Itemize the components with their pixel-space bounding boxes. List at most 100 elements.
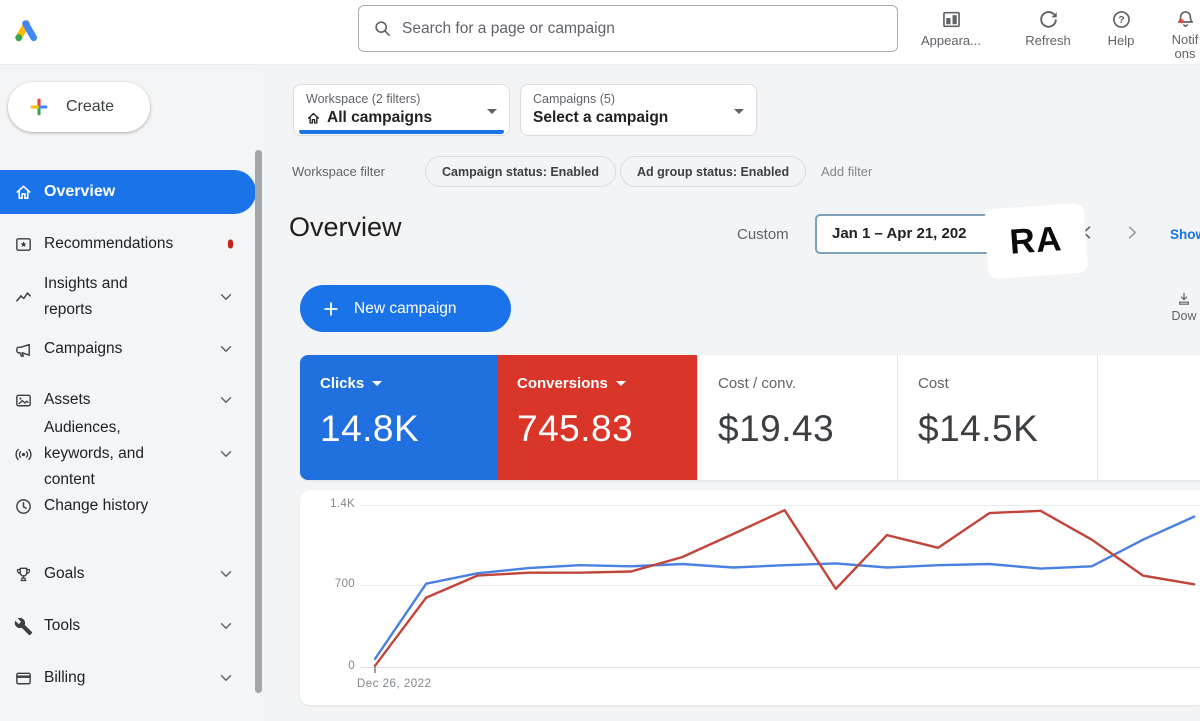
campaign-selector-label: Campaigns (5) (533, 92, 722, 106)
broadcast-icon (14, 445, 33, 464)
notifications-button[interactable]: Notif ons (1155, 9, 1200, 61)
scorecard-label: Clicks (320, 375, 364, 392)
workspace-selector[interactable]: Workspace (2 filters) All campaigns (293, 84, 510, 136)
create-label: Create (66, 98, 114, 116)
download-icon (1176, 291, 1192, 307)
appearance-icon (941, 9, 962, 30)
plus-icon (322, 300, 340, 318)
chevron-down-icon (218, 566, 234, 582)
scorecard-filler (1097, 355, 1200, 480)
download-button[interactable]: Dow (1164, 291, 1200, 323)
appearance-label: Appeara... (921, 33, 981, 48)
new-campaign-label: New campaign (354, 300, 457, 318)
dropdown-caret-icon (616, 381, 626, 386)
date-next-button[interactable] (1122, 223, 1141, 247)
google-ads-logo (10, 16, 42, 45)
sidebar-item-label: Recommendations (44, 231, 173, 257)
chevron-down-icon (218, 618, 234, 634)
sidebar-item-change-history[interactable]: Change history (0, 491, 256, 521)
ra-watermark: RA (984, 203, 1089, 280)
dropdown-caret-icon (372, 381, 382, 386)
help-icon: ? (1111, 9, 1132, 30)
sidebar-nav: Create Overview Recommendations Insights… (0, 65, 258, 721)
bell-icon (1175, 9, 1196, 30)
sidebar-item-insights[interactable]: Insights and reports (0, 270, 256, 324)
svg-text:?: ? (1118, 14, 1124, 26)
conversions-line-series (375, 510, 1194, 666)
filter-chip-campaign-status[interactable]: Campaign status: Enabled (425, 156, 616, 187)
sidebar-item-overview[interactable]: Overview (0, 170, 256, 214)
notification-dot (1179, 19, 1183, 23)
scorecard-value: 745.83 (517, 408, 697, 450)
date-mode-label: Custom (737, 226, 789, 243)
sidebar-item-recommendations[interactable]: Recommendations (0, 229, 256, 259)
help-button[interactable]: ? Help (1098, 9, 1144, 48)
overview-chart-svg (300, 490, 1200, 705)
download-label: Dow (1171, 309, 1196, 323)
sidebar-item-label: Billing (44, 665, 85, 691)
overview-chart-card: 1.4K 700 0 Dec 26, 2022 (300, 490, 1200, 705)
campaign-selector[interactable]: Campaigns (5) Select a campaign (520, 84, 757, 136)
chevron-down-icon (218, 392, 234, 408)
scorecard-value: $19.43 (718, 408, 897, 450)
sidebar-item-label: Insights and reports (44, 271, 156, 323)
scorecard-value: 14.8K (320, 408, 497, 450)
recommendations-icon (14, 235, 33, 254)
scorecard-cost-per-conv[interactable]: Cost / conv. $19.43 (697, 355, 897, 480)
sidebar-item-label: Change history (44, 493, 148, 519)
scorecard-conversions[interactable]: Conversions 745.83 (497, 355, 697, 480)
sidebar-item-label: Goals (44, 561, 85, 587)
sidebar-item-assets[interactable]: Assets (0, 385, 256, 415)
refresh-label: Refresh (1025, 33, 1071, 48)
workspace-filter-label: Workspace filter (292, 164, 385, 179)
notifications-label: Notif (1172, 33, 1199, 47)
chevron-down-icon (218, 670, 234, 686)
appearance-button[interactable]: Appeara... (915, 9, 987, 48)
sidebar-item-billing[interactable]: Billing (0, 663, 256, 693)
sidebar-item-campaigns[interactable]: Campaigns (0, 334, 256, 364)
sidebar-item-tools[interactable]: Tools (0, 611, 256, 641)
chevron-down-icon (218, 446, 234, 462)
trophy-icon (14, 565, 33, 584)
sidebar-item-goals[interactable]: Goals (0, 559, 256, 589)
show-link[interactable]: Show (1170, 227, 1200, 242)
top-app-bar: Appeara... Refresh ? Help Notif ons (0, 0, 1200, 65)
new-campaign-button[interactable]: New campaign (300, 285, 511, 332)
scorecard-label: Cost (918, 375, 949, 392)
sidebar-item-label: Campaigns (44, 336, 122, 362)
sidebar-item-label: Assets (44, 387, 91, 413)
home-icon (306, 111, 321, 126)
scorecard-row: Clicks 14.8K Conversions 745.83 Cost / c… (300, 355, 1200, 480)
sidebar-item-label: Audiences, keywords, and content (44, 415, 156, 493)
refresh-button[interactable]: Refresh (1014, 9, 1082, 48)
home-icon (14, 183, 33, 202)
scorecard-label: Cost / conv. (718, 375, 796, 392)
chevron-down-icon (218, 341, 234, 357)
scorecard-cost[interactable]: Cost $14.5K (897, 355, 1097, 480)
page-title: Overview (289, 212, 402, 243)
sidebar-item-label: Overview (44, 179, 115, 205)
global-search (358, 5, 898, 52)
megaphone-icon (14, 340, 33, 359)
search-icon (373, 19, 392, 38)
refresh-icon (1038, 9, 1059, 30)
dropdown-caret-icon (487, 109, 497, 114)
workspace-selector-label: Workspace (2 filters) (306, 92, 475, 106)
sidebar-item-audiences[interactable]: Audiences, keywords, and content (0, 413, 256, 495)
sidebar-scrollbar[interactable] (255, 150, 262, 693)
filter-chip-adgroup-status[interactable]: Ad group status: Enabled (620, 156, 806, 187)
clock-icon (14, 497, 33, 516)
add-filter-button[interactable]: Add filter (821, 164, 872, 179)
chevron-down-icon (218, 289, 234, 305)
billing-icon (14, 669, 33, 688)
workspace-selector-value: All campaigns (327, 109, 432, 127)
clicks-line-series (375, 517, 1194, 659)
chevron-right-icon (1122, 223, 1141, 242)
google-plus-icon (28, 96, 50, 118)
insights-icon (14, 288, 33, 307)
search-input[interactable] (402, 20, 897, 38)
create-button[interactable]: Create (8, 82, 150, 132)
scorecard-label: Conversions (517, 375, 608, 392)
scorecard-clicks[interactable]: Clicks 14.8K (300, 355, 497, 480)
notifications-label-wrap: ons (1172, 47, 1199, 61)
